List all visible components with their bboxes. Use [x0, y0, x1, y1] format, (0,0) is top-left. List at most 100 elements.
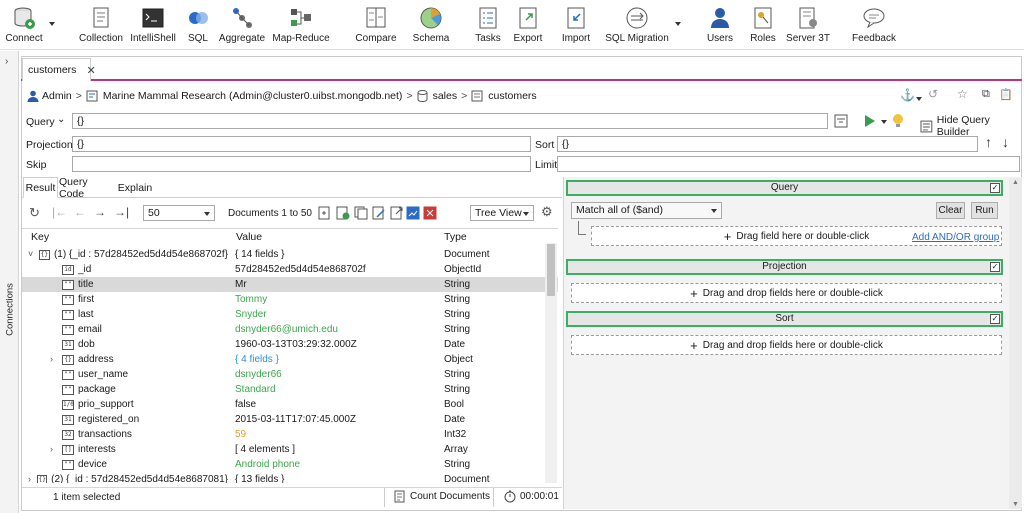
sort-drop-zone[interactable]: + Drag and drop fields here or double-cl…: [571, 335, 1002, 355]
projection-drop-zone[interactable]: + Drag and drop fields here or double-cl…: [571, 283, 1002, 303]
table-row[interactable]: "" first Tommy String: [22, 292, 558, 307]
table-row[interactable]: "" package Standard String: [22, 382, 558, 397]
previous-page-icon[interactable]: ←: [74, 205, 86, 219]
delete-document-icon[interactable]: [423, 206, 437, 220]
table-row[interactable]: ›{} (2) {_id : 57d28452ed5d4d54e8687081}{…: [22, 472, 558, 483]
anchor-icon[interactable]: ⚓: [900, 88, 915, 102]
breadcrumb-user[interactable]: Admin: [42, 90, 72, 102]
scroll-down-icon[interactable]: ▼: [1012, 501, 1019, 508]
sql-migration-dropdown-icon[interactable]: [675, 22, 681, 26]
schema-button[interactable]: Schema: [412, 0, 450, 50]
table-row[interactable]: ›{} address { 4 fields } Object: [22, 352, 558, 367]
tab-explain[interactable]: Explain: [116, 177, 154, 198]
breadcrumb-connection[interactable]: Marine Mammal Research (Admin@cluster0.u…: [103, 90, 403, 102]
query-input[interactable]: {}: [72, 113, 828, 129]
refresh-icon[interactable]: ↻: [29, 205, 40, 221]
sort-ascending-icon[interactable]: ↑: [985, 134, 992, 150]
tab-result[interactable]: Result: [23, 177, 58, 198]
table-row[interactable]: "" last Snyder String: [22, 307, 558, 322]
star-icon[interactable]: ☆: [957, 87, 968, 101]
export-document-icon[interactable]: [390, 206, 404, 220]
connect-dropdown-icon[interactable]: [49, 22, 55, 26]
table-row[interactable]: "" title Mr String: [22, 277, 558, 292]
table-row[interactable]: 1/0 prio_support false Bool: [22, 397, 558, 412]
chevron-right-icon[interactable]: ›: [50, 442, 62, 457]
export-button[interactable]: Export: [513, 0, 543, 50]
match-mode-select[interactable]: Match all of ($and): [571, 202, 722, 219]
table-row[interactable]: 31 registered_on 2015-03-11T17:07:45.000Z D…: [22, 412, 558, 427]
query-builder-scrollbar[interactable]: ▲ ▼: [1009, 178, 1022, 509]
roles-button[interactable]: Roles: [749, 0, 777, 50]
paste-icon[interactable]: 📋: [999, 88, 1013, 101]
anchor-dropdown-icon[interactable]: [916, 97, 922, 101]
limit-input[interactable]: [557, 156, 1020, 172]
connections-sidebar[interactable]: › Connections: [0, 51, 19, 513]
users-button[interactable]: Users: [706, 0, 734, 50]
view-mode-select[interactable]: Tree View: [470, 205, 534, 221]
table-row[interactable]: ˅{} (1) {_id : 57d28452ed5d4d54e868702f}{…: [22, 247, 558, 262]
table-row[interactable]: 31 dob 1960-03-13T03:29:32.000Z Date: [22, 337, 558, 352]
column-header-type[interactable]: Type: [444, 229, 467, 245]
table-row[interactable]: 32 transactions 59 Int32: [22, 427, 558, 442]
next-page-icon[interactable]: →: [94, 205, 106, 219]
intellishell-button[interactable]: IntelliShell: [130, 0, 176, 50]
close-icon[interactable]: ✕: [86, 64, 95, 77]
import-button[interactable]: Import: [561, 0, 591, 50]
chevron-right-icon[interactable]: ›: [28, 472, 37, 483]
table-row[interactable]: id _id 57d28452ed5d4d54e868702f ObjectId: [22, 262, 558, 277]
server-3t-button[interactable]: Server 3T: [786, 0, 830, 50]
chevron-right-icon[interactable]: ›: [5, 56, 8, 67]
table-row[interactable]: "" email dsnyder66@umich.edu String: [22, 322, 558, 337]
page-size-select[interactable]: 50: [143, 205, 215, 221]
tab-customers[interactable]: customers ✕: [22, 58, 96, 81]
sort-section-checkbox[interactable]: ✓: [990, 314, 1000, 324]
clear-button[interactable]: Clear: [936, 202, 965, 219]
projection-input[interactable]: {}: [72, 136, 531, 152]
scroll-up-icon[interactable]: ▲: [1012, 179, 1019, 186]
table-row[interactable]: ›[] interests [ 4 elements ] Array: [22, 442, 558, 457]
add-document-icon[interactable]: [317, 206, 331, 220]
projection-section-checkbox[interactable]: ✓: [990, 262, 1000, 272]
chevron-down-icon[interactable]: ⌄: [57, 114, 65, 125]
edit-document-icon[interactable]: [372, 206, 386, 220]
skip-input[interactable]: [72, 156, 531, 172]
sql-migration-button[interactable]: SQL Migration: [605, 0, 669, 50]
tab-query-code[interactable]: Query Code: [59, 176, 115, 200]
breadcrumb-collection[interactable]: customers: [488, 90, 536, 102]
run-icon[interactable]: [864, 114, 876, 128]
add-and-or-group-link[interactable]: Add AND/OR group: [912, 232, 999, 243]
tasks-button[interactable]: Tasks: [474, 0, 502, 50]
feedback-button[interactable]: Feedback: [852, 0, 896, 50]
run-button[interactable]: Run: [971, 202, 998, 219]
table-row[interactable]: "" user_name dsnyder66 String: [22, 367, 558, 382]
run-dropdown-icon[interactable]: [881, 120, 887, 124]
column-header-key[interactable]: Key: [31, 229, 49, 245]
count-documents-button[interactable]: Count Documents: [394, 490, 490, 503]
history-icon[interactable]: ↺: [928, 87, 938, 101]
format-icon[interactable]: [834, 114, 848, 128]
chevron-right-icon[interactable]: ›: [50, 352, 62, 367]
row-value: Tommy: [235, 294, 268, 305]
add-field-icon[interactable]: [336, 206, 350, 220]
last-page-icon[interactable]: →|: [114, 205, 129, 219]
compare-button[interactable]: Compare: [355, 0, 397, 50]
copy-icon[interactable]: ⧉: [982, 88, 990, 101]
gear-icon[interactable]: ⚙: [541, 204, 553, 220]
sort-descending-icon[interactable]: ↓: [1002, 134, 1009, 150]
connect-button[interactable]: Connect: [4, 0, 44, 50]
column-header-value[interactable]: Value: [236, 229, 262, 245]
table-row[interactable]: "" device Android phone String: [22, 457, 558, 472]
query-section-checkbox[interactable]: ✓: [990, 183, 1000, 193]
lightbulb-icon[interactable]: [892, 113, 904, 128]
sql-button[interactable]: SQL: [184, 0, 212, 50]
first-page-icon[interactable]: |←: [52, 205, 67, 219]
sort-input[interactable]: {}: [557, 136, 978, 152]
breadcrumb-database[interactable]: sales: [433, 90, 458, 102]
copy-document-icon[interactable]: [354, 206, 368, 220]
map-reduce-button[interactable]: Map-Reduce: [272, 0, 330, 50]
aggregate-button[interactable]: Aggregate: [218, 0, 266, 50]
chevron-down-icon[interactable]: ˅: [28, 247, 39, 262]
collection-button[interactable]: Collection: [79, 0, 123, 50]
chart-view-icon[interactable]: [406, 206, 420, 220]
scrollbar-thumb[interactable]: [547, 244, 555, 296]
